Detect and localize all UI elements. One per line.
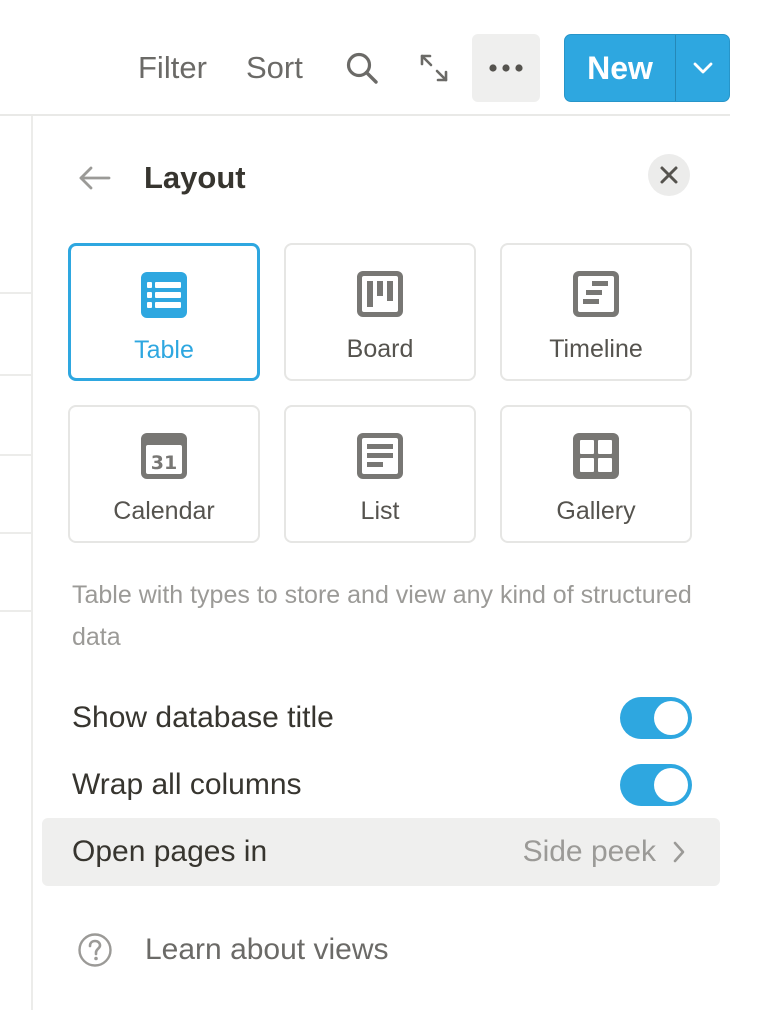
layout-description: Table with types to store and view any k… [72, 581, 692, 651]
table-row-divider [0, 610, 31, 612]
close-button[interactable] [648, 154, 690, 196]
toggle-label: Wrap all columns [72, 768, 302, 801]
new-button[interactable]: New [565, 35, 675, 101]
wrap-all-columns-row: Wrap all columns [72, 760, 692, 810]
timeline-icon [573, 271, 619, 317]
layout-option-label: Gallery [556, 497, 636, 525]
layout-option-timeline[interactable]: Timeline [500, 243, 692, 381]
more-horizontal-icon [489, 64, 523, 72]
chevron-down-icon [693, 62, 712, 74]
more-options-button[interactable] [472, 34, 540, 102]
show-database-title-toggle[interactable] [620, 697, 692, 739]
filter-button[interactable]: Filter [138, 48, 207, 88]
new-button-group: New [564, 34, 730, 102]
layout-option-list[interactable]: List [284, 405, 476, 543]
layout-options: Table Board Timeline 31 Calendar List Ga… [68, 243, 694, 543]
wrap-all-columns-toggle[interactable] [620, 764, 692, 806]
layout-option-label: Board [346, 335, 414, 363]
learn-about-views-link[interactable]: Learn about views [77, 928, 389, 972]
new-dropdown-button[interactable] [675, 35, 729, 101]
table-row-divider [0, 532, 31, 534]
panel-title: Layout [144, 160, 246, 195]
layout-panel: Layout Table Board Timeline 31 Calendar … [33, 116, 733, 1010]
open-pages-value: Side peek [522, 835, 656, 868]
toggle-knob [654, 701, 688, 735]
layout-option-label: Timeline [549, 335, 643, 363]
notion-database-view: Filter Sort New Layout Table Board Timel… [0, 0, 768, 1010]
layout-option-label: Table [134, 336, 194, 364]
layout-option-label: Calendar [113, 497, 215, 525]
sort-button[interactable]: Sort [246, 48, 303, 88]
arrow-left-icon [79, 166, 111, 190]
chevron-right-icon [673, 841, 685, 863]
back-button[interactable] [73, 156, 117, 200]
calendar-icon-day: 31 [151, 452, 177, 474]
expand-button[interactable] [412, 46, 456, 90]
table-row-divider [0, 454, 31, 456]
toggle-knob [654, 768, 688, 802]
show-database-title-row: Show database title [72, 693, 692, 743]
layout-option-gallery[interactable]: Gallery [500, 405, 692, 543]
open-pages-label: Open pages in [72, 835, 268, 868]
expand-icon [420, 54, 448, 82]
layout-option-label: List [360, 497, 400, 525]
close-icon [660, 166, 678, 184]
learn-about-views-label: Learn about views [145, 933, 389, 966]
gallery-icon [573, 433, 619, 479]
layout-option-table[interactable]: Table [68, 243, 260, 381]
calendar-icon: 31 [141, 433, 187, 479]
help-circle-icon [78, 933, 112, 967]
toggle-label: Show database title [72, 701, 334, 734]
layout-option-board[interactable]: Board [284, 243, 476, 381]
table-icon [141, 272, 187, 318]
search-icon [346, 52, 378, 84]
open-pages-value-group: Side peek [523, 835, 686, 869]
board-icon [357, 271, 403, 317]
list-icon [357, 433, 403, 479]
open-pages-in-menu-item[interactable]: Open pages in Side peek [42, 818, 720, 886]
table-row-divider [0, 292, 31, 294]
table-row-divider [0, 374, 31, 376]
layout-option-calendar[interactable]: 31 Calendar [68, 405, 260, 543]
search-button[interactable] [340, 46, 384, 90]
